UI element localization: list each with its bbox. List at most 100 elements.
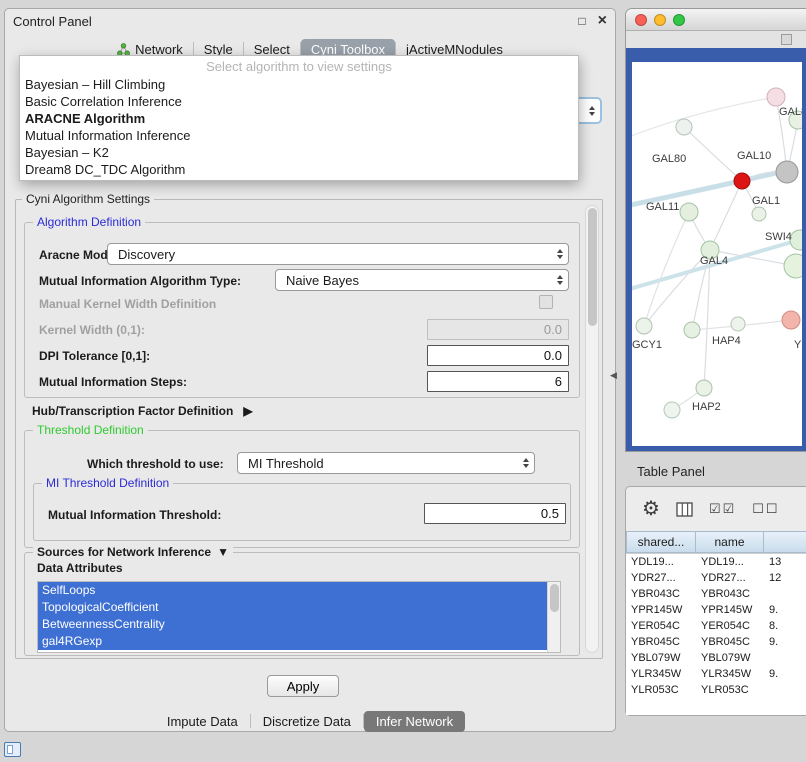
algorithm-option[interactable]: Bayesian – Hill Climbing bbox=[21, 76, 577, 93]
select-all-icon[interactable]: ☑☑ bbox=[709, 501, 736, 517]
network-node[interactable] bbox=[664, 402, 680, 418]
table-cell: YDL19... bbox=[696, 556, 764, 568]
manual-kernel-width-checkbox[interactable] bbox=[539, 295, 553, 309]
which-threshold-select[interactable]: MI Threshold bbox=[237, 452, 535, 474]
network-node[interactable] bbox=[636, 318, 652, 334]
network-edge[interactable] bbox=[684, 127, 742, 181]
cyni-algorithm-settings-panel: Cyni Algorithm Settings Algorithm Defini… bbox=[15, 199, 603, 659]
manual-kernel-width-label: Manual Kernel Width Definition bbox=[39, 297, 216, 311]
columns-icon[interactable] bbox=[676, 502, 693, 517]
combo-arrows-icon bbox=[557, 249, 563, 259]
mi-steps-field[interactable] bbox=[427, 371, 569, 392]
table-row[interactable]: YPR145WYPR145W9. bbox=[626, 602, 806, 618]
network-node[interactable] bbox=[680, 203, 698, 221]
close-button[interactable] bbox=[635, 14, 647, 26]
table-cell: 9. bbox=[764, 636, 806, 648]
column-header-shared-name[interactable]: shared... bbox=[626, 531, 696, 553]
aracne-mode-select[interactable]: Discovery bbox=[107, 243, 569, 265]
network-node[interactable] bbox=[776, 161, 798, 183]
data-attributes-list[interactable]: SelfLoopsTopologicalCoefficientBetweenne… bbox=[37, 581, 561, 653]
network-node[interactable] bbox=[752, 207, 766, 221]
table-cell: YPR145W bbox=[626, 604, 696, 616]
network-node[interactable] bbox=[784, 254, 802, 278]
deselect-all-icon[interactable]: ☐☐ bbox=[752, 501, 779, 517]
tab-infer-network[interactable]: Infer Network bbox=[364, 711, 465, 732]
table-cell: 9. bbox=[764, 668, 806, 680]
table-cell: YDR27... bbox=[696, 572, 764, 584]
network-node-label: HAP4 bbox=[712, 335, 741, 347]
scrollbar-thumb[interactable] bbox=[588, 208, 597, 326]
data-attribute-item[interactable]: SelfLoops bbox=[38, 582, 547, 599]
table-cell: 13 bbox=[764, 556, 806, 568]
hub-definition-label: Hub/Transcription Factor Definition bbox=[32, 404, 233, 418]
control-panel-title: Control Panel bbox=[13, 14, 92, 29]
table-row[interactable]: YLR345WYLR345W9. bbox=[626, 666, 806, 682]
network-node[interactable] bbox=[734, 173, 750, 189]
algorithm-option[interactable]: Bayesian – K2 bbox=[21, 144, 577, 161]
zoom-button[interactable] bbox=[673, 14, 685, 26]
table-row[interactable]: YBR043CYBR043C bbox=[626, 586, 806, 602]
algorithm-option[interactable]: Dream8 DC_TDC Algorithm bbox=[21, 161, 577, 178]
data-attribute-item[interactable]: gal4RGexp bbox=[38, 633, 547, 650]
network-node[interactable] bbox=[767, 88, 785, 106]
table-row[interactable]: YBR045CYBR045C9. bbox=[626, 634, 806, 650]
hub-definition-toggle[interactable]: Hub/Transcription Factor Definition ▶ bbox=[32, 404, 253, 418]
data-attribute-item[interactable]: TopologicalCoefficient bbox=[38, 599, 547, 616]
column-header-partial[interactable] bbox=[764, 531, 806, 553]
data-attribute-item[interactable]: BetweennessCentrality bbox=[38, 616, 547, 633]
network-node[interactable] bbox=[782, 311, 800, 329]
network-node-label: GCY1 bbox=[632, 339, 662, 351]
tab-impute-data-label: Impute Data bbox=[167, 714, 238, 729]
network-canvas[interactable]: GAL8GAL80GAL10GAL11GAL1SWI4GAL4GCY1HAP4H… bbox=[632, 62, 802, 446]
dpi-tolerance-field[interactable] bbox=[427, 345, 569, 366]
network-view-frame: GAL8GAL80GAL10GAL11GAL1SWI4GAL4GCY1HAP4H… bbox=[626, 48, 806, 451]
algorithm-option[interactable]: ARACNE Algorithm bbox=[21, 110, 577, 127]
table-row[interactable]: YER054CYER054C8. bbox=[626, 618, 806, 634]
list-scrollbar[interactable] bbox=[547, 582, 560, 652]
table-cell: YER054C bbox=[696, 620, 764, 632]
network-edge[interactable] bbox=[710, 181, 742, 250]
algorithm-option[interactable]: Mutual Information Inference bbox=[21, 127, 577, 144]
table-row[interactable]: YLR053CYLR053C bbox=[626, 682, 806, 698]
settings-panel-title: Cyni Algorithm Settings bbox=[22, 192, 154, 206]
table-cell: YBL079W bbox=[626, 652, 696, 664]
table-header: shared... name bbox=[626, 531, 806, 553]
sources-title: Sources for Network Inference bbox=[37, 545, 211, 559]
mi-algorithm-type-select[interactable]: Naive Bayes bbox=[275, 269, 569, 291]
float-panel-icon[interactable]: □ bbox=[578, 14, 585, 28]
mi-threshold-field[interactable] bbox=[424, 503, 566, 524]
sources-group: Sources for Network Inference ▼ Data Att… bbox=[24, 552, 580, 656]
restore-panel-icon[interactable] bbox=[4, 742, 21, 757]
splitter-handle[interactable]: ◀ bbox=[610, 370, 617, 381]
kernel-width-label: Kernel Width (0,1): bbox=[39, 323, 145, 337]
column-header-name[interactable]: name bbox=[696, 531, 764, 553]
table-row[interactable]: YBL079WYBL079W bbox=[626, 650, 806, 666]
network-node[interactable] bbox=[684, 322, 700, 338]
network-canvas-svg[interactable]: GAL8GAL80GAL10GAL11GAL1SWI4GAL4GCY1HAP4H… bbox=[632, 62, 802, 446]
combo-arrows-icon bbox=[557, 275, 563, 285]
data-attributes-items: SelfLoopsTopologicalCoefficientBetweenne… bbox=[38, 582, 560, 650]
scrollbar-thumb[interactable] bbox=[550, 584, 559, 612]
network-node[interactable] bbox=[731, 317, 745, 331]
tab-infer-network-label: Infer Network bbox=[376, 714, 453, 729]
gear-icon[interactable]: ⚙ bbox=[642, 499, 660, 519]
table-row[interactable]: YDR27...YDR27...12 bbox=[626, 570, 806, 586]
settings-scrollbar[interactable] bbox=[585, 205, 599, 653]
tab-discretize-data[interactable]: Discretize Data bbox=[251, 711, 363, 732]
close-panel-icon[interactable]: × bbox=[598, 14, 607, 28]
sources-toggle[interactable]: Sources for Network Inference ▼ bbox=[33, 545, 233, 559]
network-edge[interactable] bbox=[644, 212, 689, 326]
network-node[interactable] bbox=[676, 119, 692, 135]
tab-impute-data[interactable]: Impute Data bbox=[155, 711, 250, 732]
table-panel-window: ⚙ ☑☑ ☐☐ shared... name YDL19...YDL19...1… bbox=[625, 486, 806, 716]
control-panel-titlebar: Control Panel □ × bbox=[5, 9, 615, 33]
table-cell: YLR345W bbox=[626, 668, 696, 680]
network-node-label: SWI4 bbox=[765, 231, 792, 243]
view-corner-button[interactable] bbox=[781, 34, 792, 45]
table-row[interactable]: YDL19...YDL19...13 bbox=[626, 554, 806, 570]
network-edge[interactable] bbox=[632, 97, 776, 138]
algorithm-option[interactable]: Basic Correlation Inference bbox=[21, 93, 577, 110]
network-node[interactable] bbox=[696, 380, 712, 396]
apply-button[interactable]: Apply bbox=[267, 675, 339, 697]
minimize-button[interactable] bbox=[654, 14, 666, 26]
